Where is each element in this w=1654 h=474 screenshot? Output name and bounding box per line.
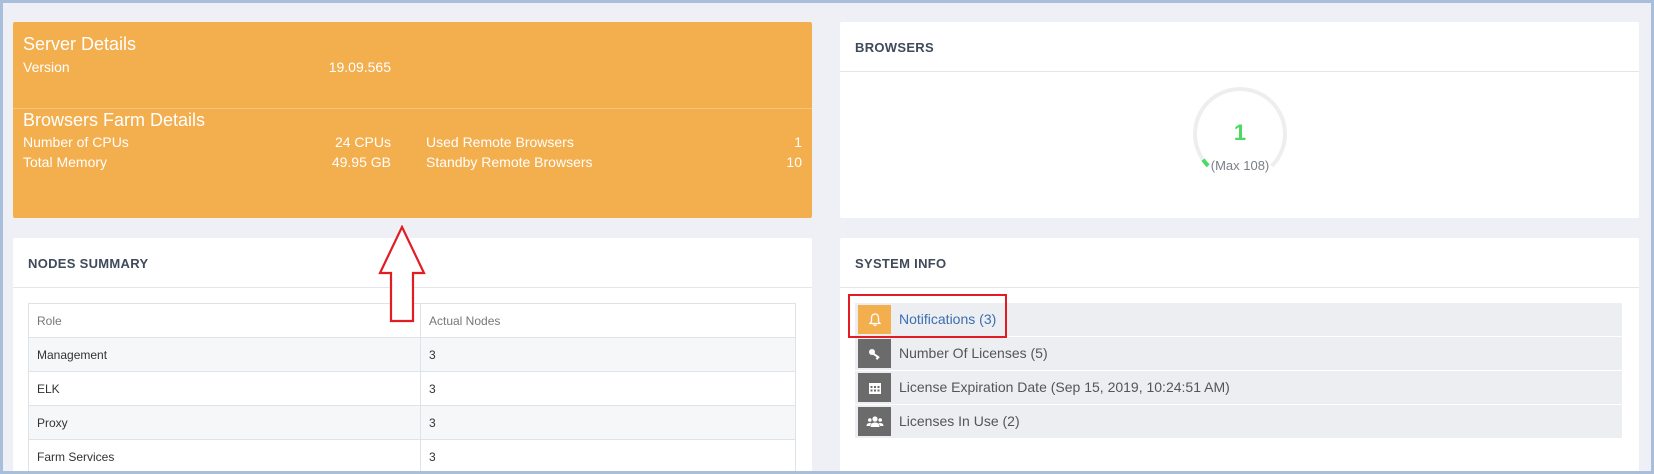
browsers-separator xyxy=(840,71,1639,72)
nodes-table: Role Actual Nodes Management 3 ELK 3 Pro… xyxy=(28,303,796,471)
nodes-cell: 3 xyxy=(420,337,796,372)
role-cell: Management xyxy=(28,337,421,372)
memory-value: 49.95 GB xyxy=(331,154,391,170)
calendar-icon xyxy=(858,373,891,402)
card-divider xyxy=(13,108,812,109)
browsers-card: BROWSERS 1 (Max 108) xyxy=(840,22,1639,218)
licenses-in-use-label: Licenses In Use (2) xyxy=(899,413,1020,429)
standby-browsers-value: 10 xyxy=(786,154,802,170)
version-value: 19.09.565 xyxy=(328,59,391,75)
table-row: Farm Services 3 xyxy=(28,439,796,471)
nodes-cell: 3 xyxy=(420,439,796,471)
standby-browsers-label: Standby Remote Browsers xyxy=(426,154,593,170)
browsers-farm-details-title: Browsers Farm Details xyxy=(23,110,206,130)
license-expiration-label: License Expiration Date (Sep 15, 2019, 1… xyxy=(899,379,1230,395)
users-icon xyxy=(858,407,891,436)
used-browsers-label: Used Remote Browsers xyxy=(426,134,574,150)
column-header-role[interactable]: Role xyxy=(28,303,421,338)
nodes-summary-title: NODES SUMMARY xyxy=(28,256,149,271)
server-details-card: Server Details Version 19.09.565 Browser… xyxy=(13,22,812,218)
licenses-label: Number Of Licenses (5) xyxy=(899,345,1048,361)
role-cell: ELK xyxy=(28,371,421,406)
gauge-value: 1 xyxy=(1233,120,1247,145)
page-frame: Server Details Version 19.09.565 Browser… xyxy=(0,0,1654,474)
licenses-in-use-item: Licenses In Use (2) xyxy=(855,405,1622,438)
notifications-highlight-box xyxy=(848,294,1007,338)
browsers-title: BROWSERS xyxy=(855,40,934,55)
server-details-title: Server Details xyxy=(23,34,137,54)
used-browsers-value: 1 xyxy=(794,134,802,150)
memory-label: Total Memory xyxy=(23,154,108,170)
table-row: ELK 3 xyxy=(28,371,796,406)
table-row: Management 3 xyxy=(28,337,796,372)
nodes-cell: 3 xyxy=(420,371,796,406)
system-info-title: SYSTEM INFO xyxy=(855,256,947,271)
key-icon xyxy=(858,339,891,368)
role-cell: Farm Services xyxy=(28,439,421,471)
cpus-label: Number of CPUs xyxy=(23,134,129,150)
nodes-cell: 3 xyxy=(420,405,796,440)
licenses-item: Number Of Licenses (5) xyxy=(855,337,1622,370)
annotation-arrow-up-icon xyxy=(378,225,426,323)
gauge-max-label: (Max 108) xyxy=(1210,158,1270,173)
table-row: Proxy 3 xyxy=(28,405,796,440)
cpus-value: 24 CPUs xyxy=(334,134,391,150)
system-info-card: SYSTEM INFO Notifications (3) Number Of … xyxy=(840,238,1639,471)
column-header-actual-nodes[interactable]: Actual Nodes xyxy=(420,303,796,338)
system-info-separator xyxy=(840,287,1639,288)
version-label: Version xyxy=(23,59,70,75)
role-cell: Proxy xyxy=(28,405,421,440)
license-expiration-item: License Expiration Date (Sep 15, 2019, 1… xyxy=(855,371,1622,404)
